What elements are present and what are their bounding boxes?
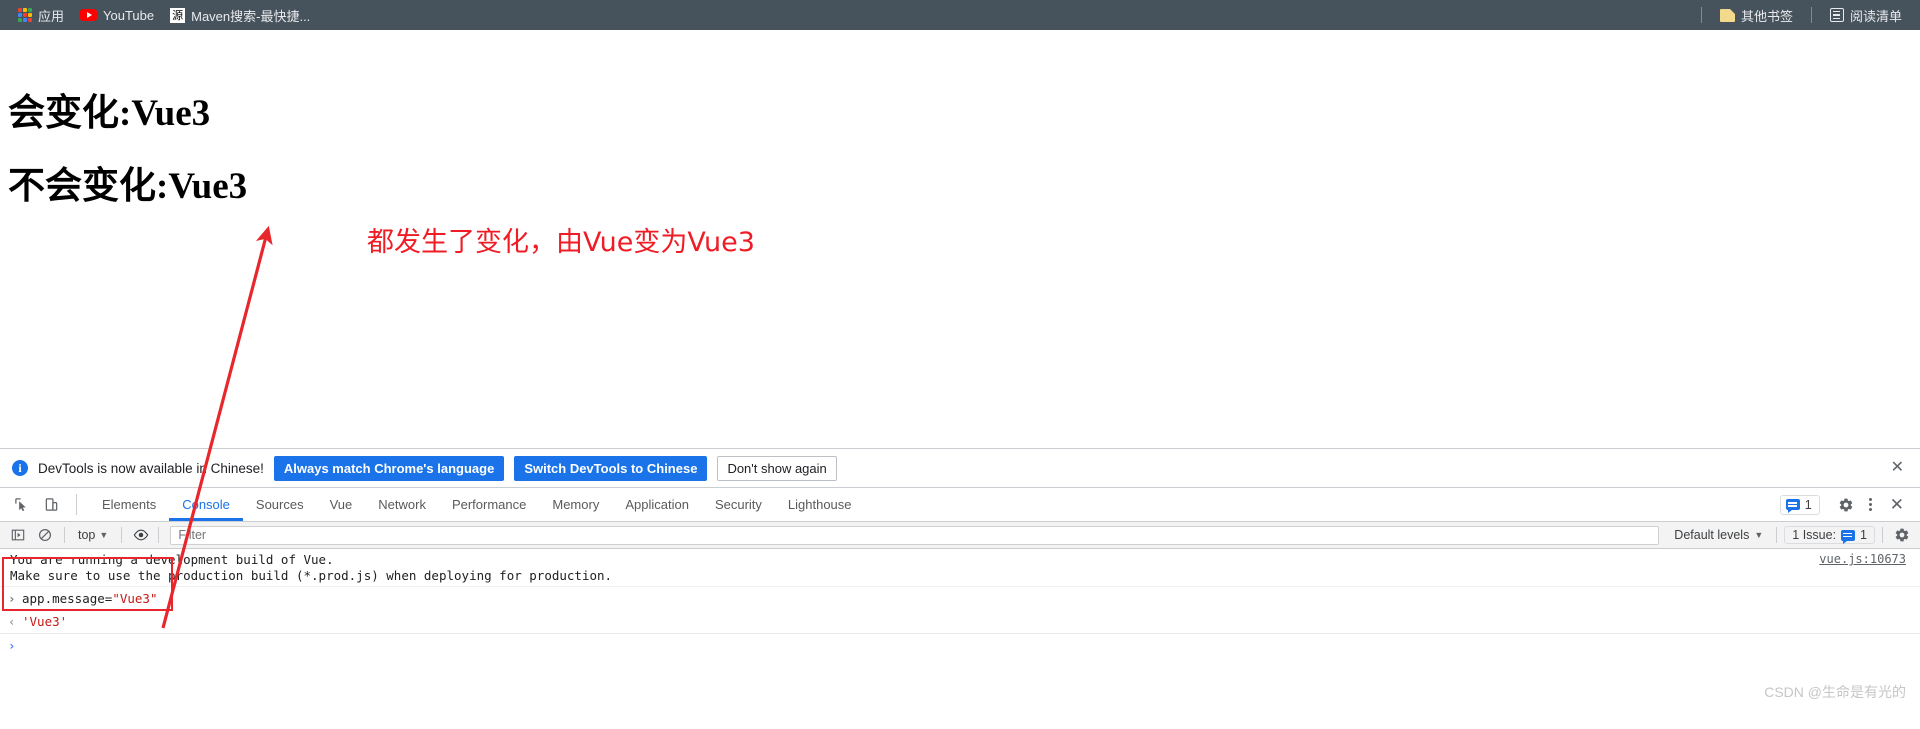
return-chevron-icon: ‹ bbox=[8, 614, 16, 629]
tab-console[interactable]: Console bbox=[169, 488, 243, 521]
log-levels-selector[interactable]: Default levels ▼ bbox=[1668, 526, 1769, 544]
bookmark-label: 阅读清单 bbox=[1849, 8, 1902, 24]
notice-text: DevTools is now available in Chinese! bbox=[38, 460, 264, 476]
tab-memory[interactable]: Memory bbox=[539, 488, 612, 521]
close-icon[interactable]: ✕ bbox=[1885, 460, 1910, 476]
divider bbox=[1882, 527, 1883, 543]
bookmark-reading-list[interactable]: 阅读清单 bbox=[1822, 3, 1910, 28]
tab-sources[interactable]: Sources bbox=[243, 488, 317, 521]
bookmark-other-bookmarks[interactable]: 其他书签 bbox=[1712, 3, 1801, 28]
divider bbox=[1700, 7, 1702, 23]
devtools-tabbar-actions: 1 ✕ bbox=[1779, 488, 1920, 521]
watermark: CSDN @生命是有光的 bbox=[1764, 684, 1906, 700]
console-settings-gear-icon[interactable] bbox=[1890, 525, 1914, 546]
divider bbox=[76, 494, 77, 515]
bookmarks-bar-right: 其他书签 阅读清单 bbox=[1693, 3, 1910, 28]
bookmark-label: 其他书签 bbox=[1740, 8, 1793, 24]
log-levels-label: Default levels bbox=[1674, 528, 1750, 542]
reading-list-icon bbox=[1829, 8, 1844, 22]
chevron-down-icon: ▼ bbox=[1754, 530, 1764, 540]
speech-bubble-icon bbox=[1841, 529, 1856, 544]
maven-favicon: 源 bbox=[170, 7, 186, 23]
device-toolbar-icon[interactable] bbox=[38, 492, 64, 518]
divider bbox=[121, 527, 123, 543]
red-annotation-text: 都发生了变化，由Vue变为Vue3 bbox=[367, 227, 755, 258]
info-icon: i bbox=[12, 460, 28, 476]
folder-icon bbox=[1719, 8, 1735, 22]
bookmark-apps[interactable]: 应用 bbox=[10, 3, 72, 28]
bookmarks-bar: 应用 YouTube 源 Maven搜索-最快捷... 其他书签 阅读清单 bbox=[0, 0, 1920, 30]
close-devtools-icon[interactable]: ✕ bbox=[1882, 496, 1912, 513]
page-subtitle: 不会变化:Vue3 bbox=[8, 166, 248, 207]
console-message-vue-warning: You are running a development build of V… bbox=[0, 549, 1920, 587]
tab-elements[interactable]: Elements bbox=[89, 488, 169, 521]
console-message-line: You are running a development build of V… bbox=[10, 552, 334, 567]
console-toolbar: top ▼ Default levels ▼ 1 Issue: 1 bbox=[0, 522, 1920, 549]
devtools-tool-buttons bbox=[0, 488, 72, 521]
live-expression-eye-icon[interactable] bbox=[129, 525, 153, 546]
console-prompt-input[interactable]: › bbox=[0, 633, 1920, 657]
tab-performance[interactable]: Performance bbox=[439, 488, 539, 521]
console-evaluated-command: › app.message="Vue3" bbox=[0, 587, 1920, 610]
devtools-language-notice: i DevTools is now available in Chinese! … bbox=[0, 448, 1920, 488]
bookmark-label: YouTube bbox=[103, 7, 155, 23]
console-command-text: app.message="Vue3" bbox=[22, 590, 157, 607]
switch-devtools-to-chinese-button[interactable]: Switch DevTools to Chinese bbox=[514, 455, 708, 481]
clear-console-icon[interactable] bbox=[33, 525, 57, 546]
bookmark-label: Maven搜索-最快捷... bbox=[191, 8, 311, 24]
dont-show-again-button[interactable]: Don't show again bbox=[717, 455, 837, 481]
tab-lighthouse[interactable]: Lighthouse bbox=[775, 488, 865, 521]
divider bbox=[158, 527, 160, 543]
page-viewport: 会变化:Vue3 不会变化:Vue3 都发生了变化，由Vue变为Vue3 bbox=[0, 30, 1920, 448]
more-options-icon[interactable] bbox=[1861, 494, 1880, 515]
tab-application[interactable]: Application bbox=[612, 488, 702, 521]
prompt-chevron-icon: › bbox=[8, 591, 16, 606]
console-log-area[interactable]: You are running a development build of V… bbox=[0, 549, 1920, 729]
tab-network[interactable]: Network bbox=[365, 488, 439, 521]
divider bbox=[1810, 7, 1812, 23]
prompt-chevron-icon: › bbox=[8, 638, 16, 653]
chevron-down-icon: ▼ bbox=[99, 530, 109, 540]
command-expression: app.message= bbox=[22, 591, 113, 606]
divider bbox=[1776, 527, 1778, 543]
console-sidebar-toggle-icon[interactable] bbox=[6, 525, 30, 546]
tab-security[interactable]: Security bbox=[702, 488, 775, 521]
apps-grid-icon bbox=[18, 8, 32, 22]
issues-count: 1 bbox=[1860, 528, 1867, 542]
divider bbox=[64, 527, 65, 543]
console-message-line: Make sure to use the production build (*… bbox=[10, 567, 613, 583]
issues-label: 1 Issue: bbox=[1792, 528, 1837, 542]
youtube-icon bbox=[80, 9, 98, 21]
messages-badge-button[interactable]: 1 bbox=[1779, 494, 1820, 515]
bookmark-maven[interactable]: 源 Maven搜索-最快捷... bbox=[162, 3, 318, 28]
bookmark-label: 应用 bbox=[38, 8, 65, 24]
inspect-element-icon[interactable] bbox=[8, 492, 34, 518]
console-filter-input[interactable] bbox=[170, 525, 1660, 545]
devtools-tabbar: Elements Console Sources Vue Network Per… bbox=[0, 488, 1920, 522]
messages-count: 1 bbox=[1804, 497, 1812, 512]
issues-button[interactable]: 1 Issue: 1 bbox=[1784, 526, 1875, 544]
speech-bubble-icon bbox=[1785, 499, 1800, 513]
devtools-panel-tabs: Elements Console Sources Vue Network Per… bbox=[89, 488, 1780, 521]
command-string-literal: "Vue3" bbox=[112, 591, 158, 606]
tab-vue[interactable]: Vue bbox=[317, 488, 366, 521]
always-match-language-button[interactable]: Always match Chrome's language bbox=[273, 455, 505, 481]
return-value-text: 'Vue3' bbox=[22, 614, 68, 629]
source-link[interactable]: vue.js:10673 bbox=[1819, 552, 1906, 568]
settings-gear-icon[interactable] bbox=[1833, 492, 1859, 518]
bookmark-youtube[interactable]: YouTube bbox=[72, 5, 162, 26]
console-return-value: ‹ 'Vue3' bbox=[0, 610, 1920, 633]
page-title: 会变化:Vue3 bbox=[8, 93, 211, 134]
execution-context-label: top bbox=[78, 528, 96, 542]
execution-context-selector[interactable]: top ▼ bbox=[72, 526, 114, 544]
